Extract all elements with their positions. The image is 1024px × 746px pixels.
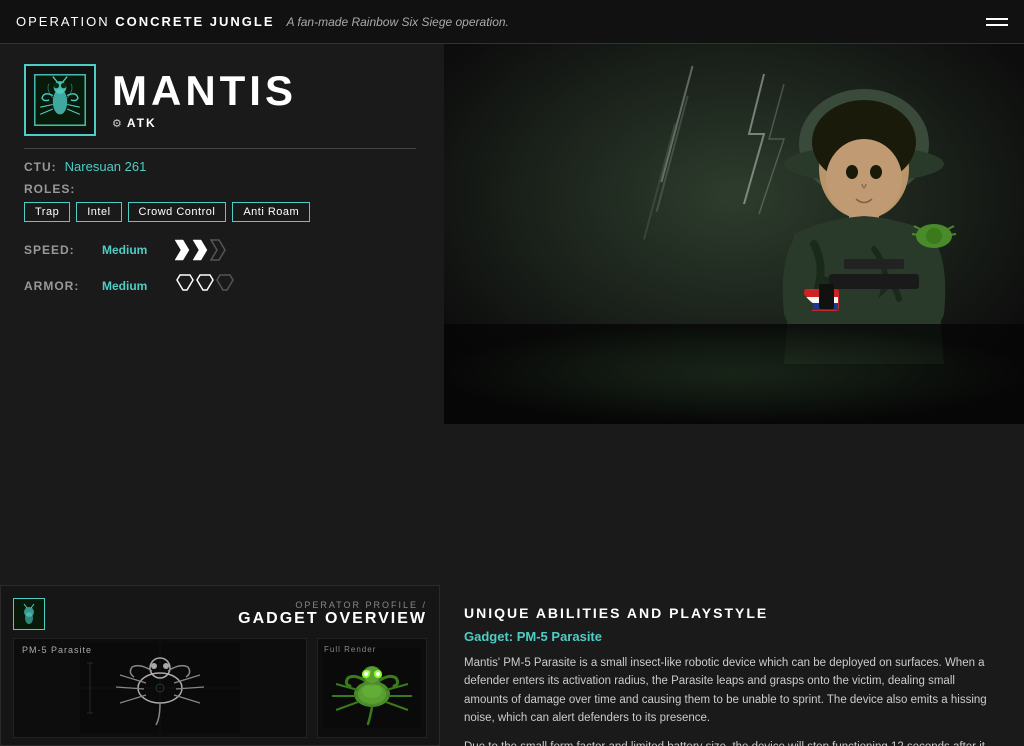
role-tag-crowd-control: Crowd Control <box>128 202 227 222</box>
operation-bold: CONCRETE JUNGLE <box>115 14 274 29</box>
gadget-name-tag: PM-5 Parasite <box>22 645 92 655</box>
operator-role-badge: ⚙ ATK <box>112 116 297 130</box>
speed-label: SPEED: <box>24 243 94 257</box>
roles-label: ROLES: <box>24 182 416 196</box>
roles-tags: Trap Intel Crowd Control Anti Roam <box>24 202 416 222</box>
operator-emblem <box>24 64 96 136</box>
left-panel: MANTIS ⚙ ATK CTU: Naresuan 261 ROLES: Tr… <box>0 44 440 585</box>
armor-row: ARMOR: Medium <box>24 272 416 300</box>
armor-value: Medium <box>102 279 167 293</box>
menu-icon[interactable] <box>986 18 1008 26</box>
speed-icons <box>175 238 275 262</box>
gadget-schematic-svg <box>80 643 240 733</box>
gadget-subtitle: Gadget: PM-5 Parasite <box>464 629 1000 644</box>
gadget-title-block: OPERATOR PROFILE / GADGET OVERVIEW <box>238 600 427 628</box>
speed-row: SPEED: Medium <box>24 238 416 262</box>
character-background <box>444 44 1024 424</box>
character-illustration <box>444 44 1024 424</box>
gadget-emblem-small <box>17 602 41 626</box>
operator-name: MANTIS <box>112 70 297 112</box>
right-info-panel: UNIQUE ABILITIES AND PLAYSTYLE Gadget: P… <box>440 585 1024 746</box>
gadget-render-area: Full Render <box>317 638 427 738</box>
bottom-section: OPERATOR PROFILE / GADGET OVERVIEW PM-5 … <box>0 585 1024 746</box>
description-1: Mantis' PM-5 Parasite is a small insect-… <box>464 654 1000 728</box>
gadget-image-area: PM-5 Parasite <box>13 638 307 738</box>
gadget-header: OPERATOR PROFILE / GADGET OVERVIEW <box>13 598 427 630</box>
abilities-title: UNIQUE ABILITIES AND PLAYSTYLE <box>464 605 1000 621</box>
roles-row: ROLES: Trap Intel Crowd Control Anti Roa… <box>24 182 416 222</box>
atk-label: ATK <box>127 116 157 130</box>
speed-icon-svg <box>175 238 275 262</box>
emblem-svg <box>33 73 87 127</box>
ctu-value: Naresuan 261 <box>65 159 147 174</box>
ctu-label: CTU: <box>24 160 57 174</box>
operation-prefix: OPERATION <box>16 14 110 29</box>
role-tag-intel: Intel <box>76 202 121 222</box>
armor-icons <box>175 272 265 300</box>
header-subtitle: A fan-made Rainbow Six Siege operation. <box>287 15 509 29</box>
gadget-operator-icon <box>13 598 45 630</box>
gadget-title: GADGET OVERVIEW <box>238 610 427 628</box>
gadget-panel: OPERATOR PROFILE / GADGET OVERVIEW PM-5 … <box>0 585 440 746</box>
armor-label: ARMOR: <box>24 279 94 293</box>
description-2: Due to the small form factor and limited… <box>464 738 1000 746</box>
operator-header: MANTIS ⚙ ATK <box>24 64 416 136</box>
gadget-render-svg <box>322 648 422 728</box>
gadget-content: PM-5 Parasite <box>13 638 427 738</box>
operator-name-block: MANTIS ⚙ ATK <box>112 70 297 130</box>
divider <box>24 148 416 149</box>
atk-icon: ⚙ <box>112 117 122 130</box>
speed-value: Medium <box>102 243 167 257</box>
role-tag-trap: Trap <box>24 202 70 222</box>
render-label: Full Render <box>324 645 376 654</box>
operation-title: OPERATION CONCRETE JUNGLE <box>16 14 275 29</box>
ctu-row: CTU: Naresuan 261 <box>24 159 416 174</box>
header-left: OPERATION CONCRETE JUNGLE A fan-made Rai… <box>16 14 509 29</box>
header: OPERATION CONCRETE JUNGLE A fan-made Rai… <box>0 0 1024 44</box>
armor-icon-svg <box>175 272 265 300</box>
main-area: MANTIS ⚙ ATK CTU: Naresuan 261 ROLES: Tr… <box>0 44 1024 585</box>
role-tag-anti-roam: Anti Roam <box>232 202 310 222</box>
gadget-operator-label: OPERATOR PROFILE / <box>238 600 427 610</box>
